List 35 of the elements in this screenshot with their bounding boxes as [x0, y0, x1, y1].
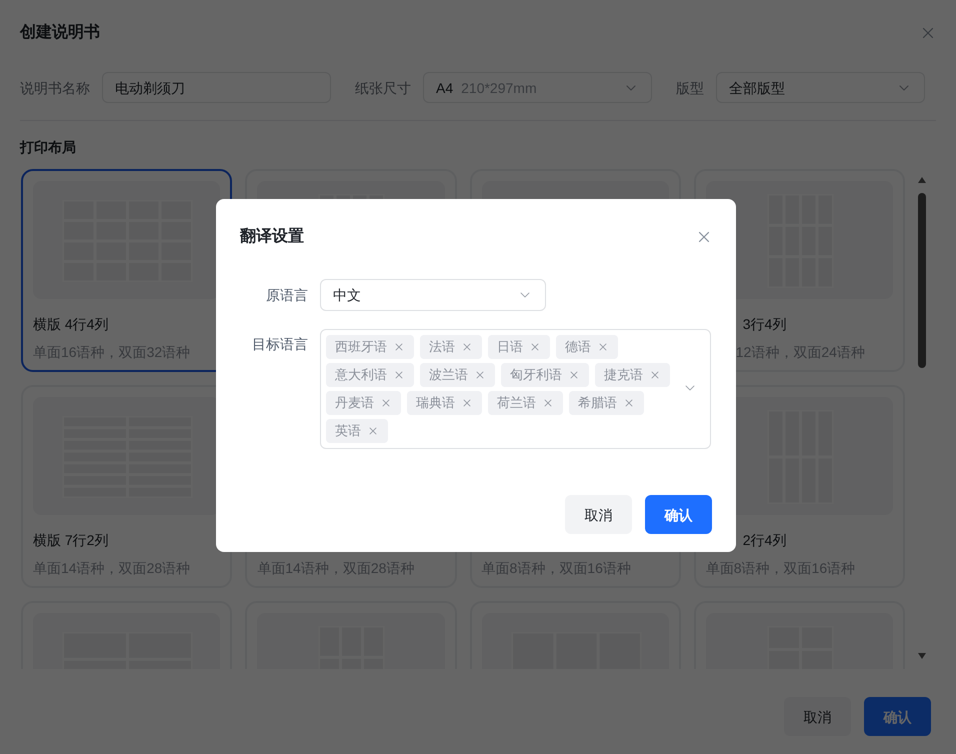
field-label: 纸张尺寸	[355, 78, 411, 98]
cancel-button[interactable]: 取消	[565, 495, 632, 534]
language-tag[interactable]: 丹麦语	[326, 391, 401, 415]
modal-title: 翻译设置	[240, 226, 304, 247]
section-title: 打印布局	[18, 138, 77, 157]
language-tag[interactable]: 瑞典语	[407, 391, 482, 415]
layout-title: 2行4列	[742, 531, 788, 550]
language-tag[interactable]: 日语	[488, 335, 550, 359]
select-value: 全部版型	[729, 78, 785, 98]
confirm-button[interactable]: 确认	[864, 697, 931, 736]
select-value: A4	[436, 78, 454, 98]
select-field[interactable]: 全部版型	[716, 72, 925, 103]
field-label: 目标语言	[251, 335, 308, 354]
language-tag[interactable]: 法语	[420, 335, 482, 359]
layout-title: 3行4列	[742, 315, 788, 334]
language-tag[interactable]: 西班牙语	[326, 335, 414, 359]
language-tag[interactable]: 希腊语	[569, 391, 644, 415]
language-tag[interactable]: 英语	[326, 419, 388, 443]
language-tag[interactable]: 匈牙利语	[501, 363, 589, 387]
language-tag[interactable]: 荷兰语	[488, 391, 563, 415]
language-tag[interactable]: 意大利语	[326, 363, 414, 387]
name-field[interactable]: 电动剃须刀	[102, 72, 331, 103]
field-label: 原语言	[265, 286, 308, 305]
language-tag[interactable]: 波兰语	[420, 363, 495, 387]
source-language-select[interactable]: 中文	[320, 279, 546, 311]
field-label: 版型	[676, 78, 704, 98]
language-tag[interactable]: 德语	[556, 335, 618, 359]
language-tag[interactable]: 捷克语	[595, 363, 670, 387]
target-language-select[interactable]: 西班牙语 法语 日语 德语 意大利语 波兰语 匈牙利语 捷克语 丹麦语 瑞典语 荷兰语 希腊语 英语	[320, 329, 711, 449]
layout-title: 横版 7行2列	[33, 531, 110, 550]
confirm-button[interactable]: 确认	[645, 495, 712, 534]
field-label: 说明书名称	[20, 78, 90, 98]
layout-title: 横版 4行4列	[33, 315, 110, 334]
dialog-title: 创建说明书	[20, 22, 100, 43]
cancel-button[interactable]: 取消	[784, 697, 851, 736]
